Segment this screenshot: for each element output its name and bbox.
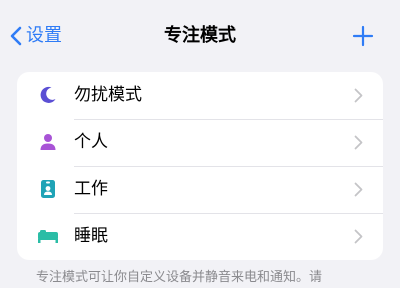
list-item-personal[interactable]: 个人 <box>17 119 383 166</box>
focus-mode-list: 勿扰模式 个人 工作 睡眠 <box>17 72 383 260</box>
page-title: 专注模式 <box>164 25 236 46</box>
list-item-do-not-disturb[interactable]: 勿扰模式 <box>17 72 383 119</box>
chevron-right-icon <box>354 135 363 150</box>
chevron-right-icon <box>354 88 363 103</box>
chevron-right-icon <box>354 182 363 197</box>
list-item-work[interactable]: 工作 <box>17 166 383 213</box>
list-item-label: 睡眠 <box>74 226 108 246</box>
badge-icon <box>37 178 59 200</box>
footnote-text: 专注模式可让你自定义设备并静音来电和通知。请 <box>36 270 323 285</box>
plus-icon[interactable] <box>352 25 374 47</box>
person-icon <box>37 131 59 153</box>
list-item-label: 工作 <box>74 179 108 199</box>
chevron-right-icon <box>354 229 363 244</box>
bed-icon <box>37 225 59 247</box>
list-item-sleep[interactable]: 睡眠 <box>17 213 383 260</box>
list-item-label: 勿扰模式 <box>74 85 142 105</box>
list-item-label: 个人 <box>74 132 108 152</box>
moon-icon <box>37 84 59 106</box>
navigation-bar: 设置 专注模式 <box>0 0 400 70</box>
